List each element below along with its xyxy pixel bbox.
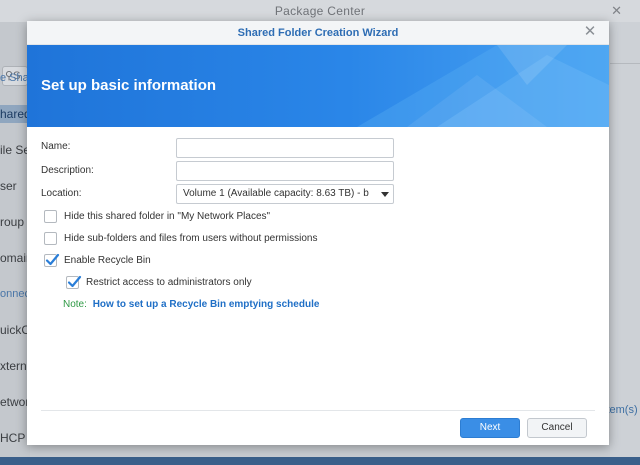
location-select[interactable]: Volume 1 (Available capacity: 8.63 TB) -… <box>176 184 394 204</box>
restrict-admin-checkbox[interactable] <box>66 275 82 289</box>
banner-title: Set up basic information <box>41 77 217 94</box>
hide-in-network-places-label: Hide this shared folder in "My Network P… <box>64 211 271 222</box>
checkmark-icon <box>45 253 60 266</box>
chevron-down-icon <box>381 192 389 197</box>
restrict-admin-label: Restrict access to administrators only <box>86 277 252 288</box>
background-items-count: item(s) <box>604 404 638 416</box>
background-sidebar-item: e Shar <box>0 72 33 84</box>
enable-recycle-bin-label: Enable Recycle Bin <box>64 255 151 266</box>
background-sidebar-item: roup <box>0 215 25 229</box>
background-sidebar-item: hared <box>0 105 31 123</box>
hide-in-network-places-option[interactable]: Hide this shared folder in "My Network P… <box>44 210 344 226</box>
background-sidebar-item: onnect <box>0 288 34 300</box>
checkmark-icon <box>67 275 82 288</box>
background-sidebar-item: ile Se <box>0 143 31 157</box>
background-taskbar <box>0 457 640 465</box>
background-sidebar-item: ser <box>0 179 17 193</box>
recycle-bin-note: Note: How to set up a Recycle Bin emptyi… <box>63 299 319 310</box>
background-sidebar-item: uickC <box>0 323 31 337</box>
note-label: Note: <box>63 299 87 310</box>
next-button[interactable]: Next <box>460 418 520 438</box>
close-icon[interactable]: ✕ <box>581 23 599 41</box>
location-label: Location: <box>41 188 82 199</box>
shared-folder-wizard-dialog: Shared Folder Creation Wizard ✕ Set up b… <box>27 21 609 445</box>
background-close-icon: ✕ <box>611 3 622 18</box>
wizard-banner: Set up basic information <box>27 45 609 127</box>
description-label: Description: <box>41 165 94 176</box>
restrict-admin-option[interactable]: Restrict access to administrators only <box>66 275 286 292</box>
hide-subfolders-label: Hide sub-folders and files from users wi… <box>64 233 318 244</box>
enable-recycle-bin-option[interactable]: Enable Recycle Bin <box>44 253 244 270</box>
background-sidebar-item: xtern <box>0 359 27 373</box>
cancel-button[interactable]: Cancel <box>527 418 587 438</box>
dialog-title: Shared Folder Creation Wizard <box>237 27 399 39</box>
hide-subfolders-checkbox[interactable] <box>44 232 57 245</box>
background-app-title: Package Center <box>274 4 366 18</box>
recycle-bin-schedule-link[interactable]: How to set up a Recycle Bin emptying sch… <box>93 299 320 310</box>
dialog-titlebar: Shared Folder Creation Wizard ✕ <box>27 21 609 45</box>
background-sidebar-item: etwor <box>0 395 30 409</box>
description-field[interactable] <box>176 161 394 181</box>
name-label: Name: <box>41 141 71 152</box>
hide-in-network-places-checkbox[interactable] <box>44 210 57 223</box>
hide-subfolders-option[interactable]: Hide sub-folders and files from users wi… <box>44 232 364 248</box>
background-sidebar-item: omain <box>0 251 33 265</box>
background-app-titlebar: Package Center ✕ <box>0 0 640 22</box>
background-sidebar-item: HCP S <box>0 431 37 445</box>
background-content-area <box>610 22 640 465</box>
background-toolbar <box>610 40 640 64</box>
name-field[interactable] <box>176 138 394 158</box>
footer-divider <box>41 410 595 411</box>
location-select-value: Volume 1 (Available capacity: 8.63 TB) -… <box>183 188 369 199</box>
enable-recycle-bin-checkbox[interactable] <box>44 253 60 267</box>
